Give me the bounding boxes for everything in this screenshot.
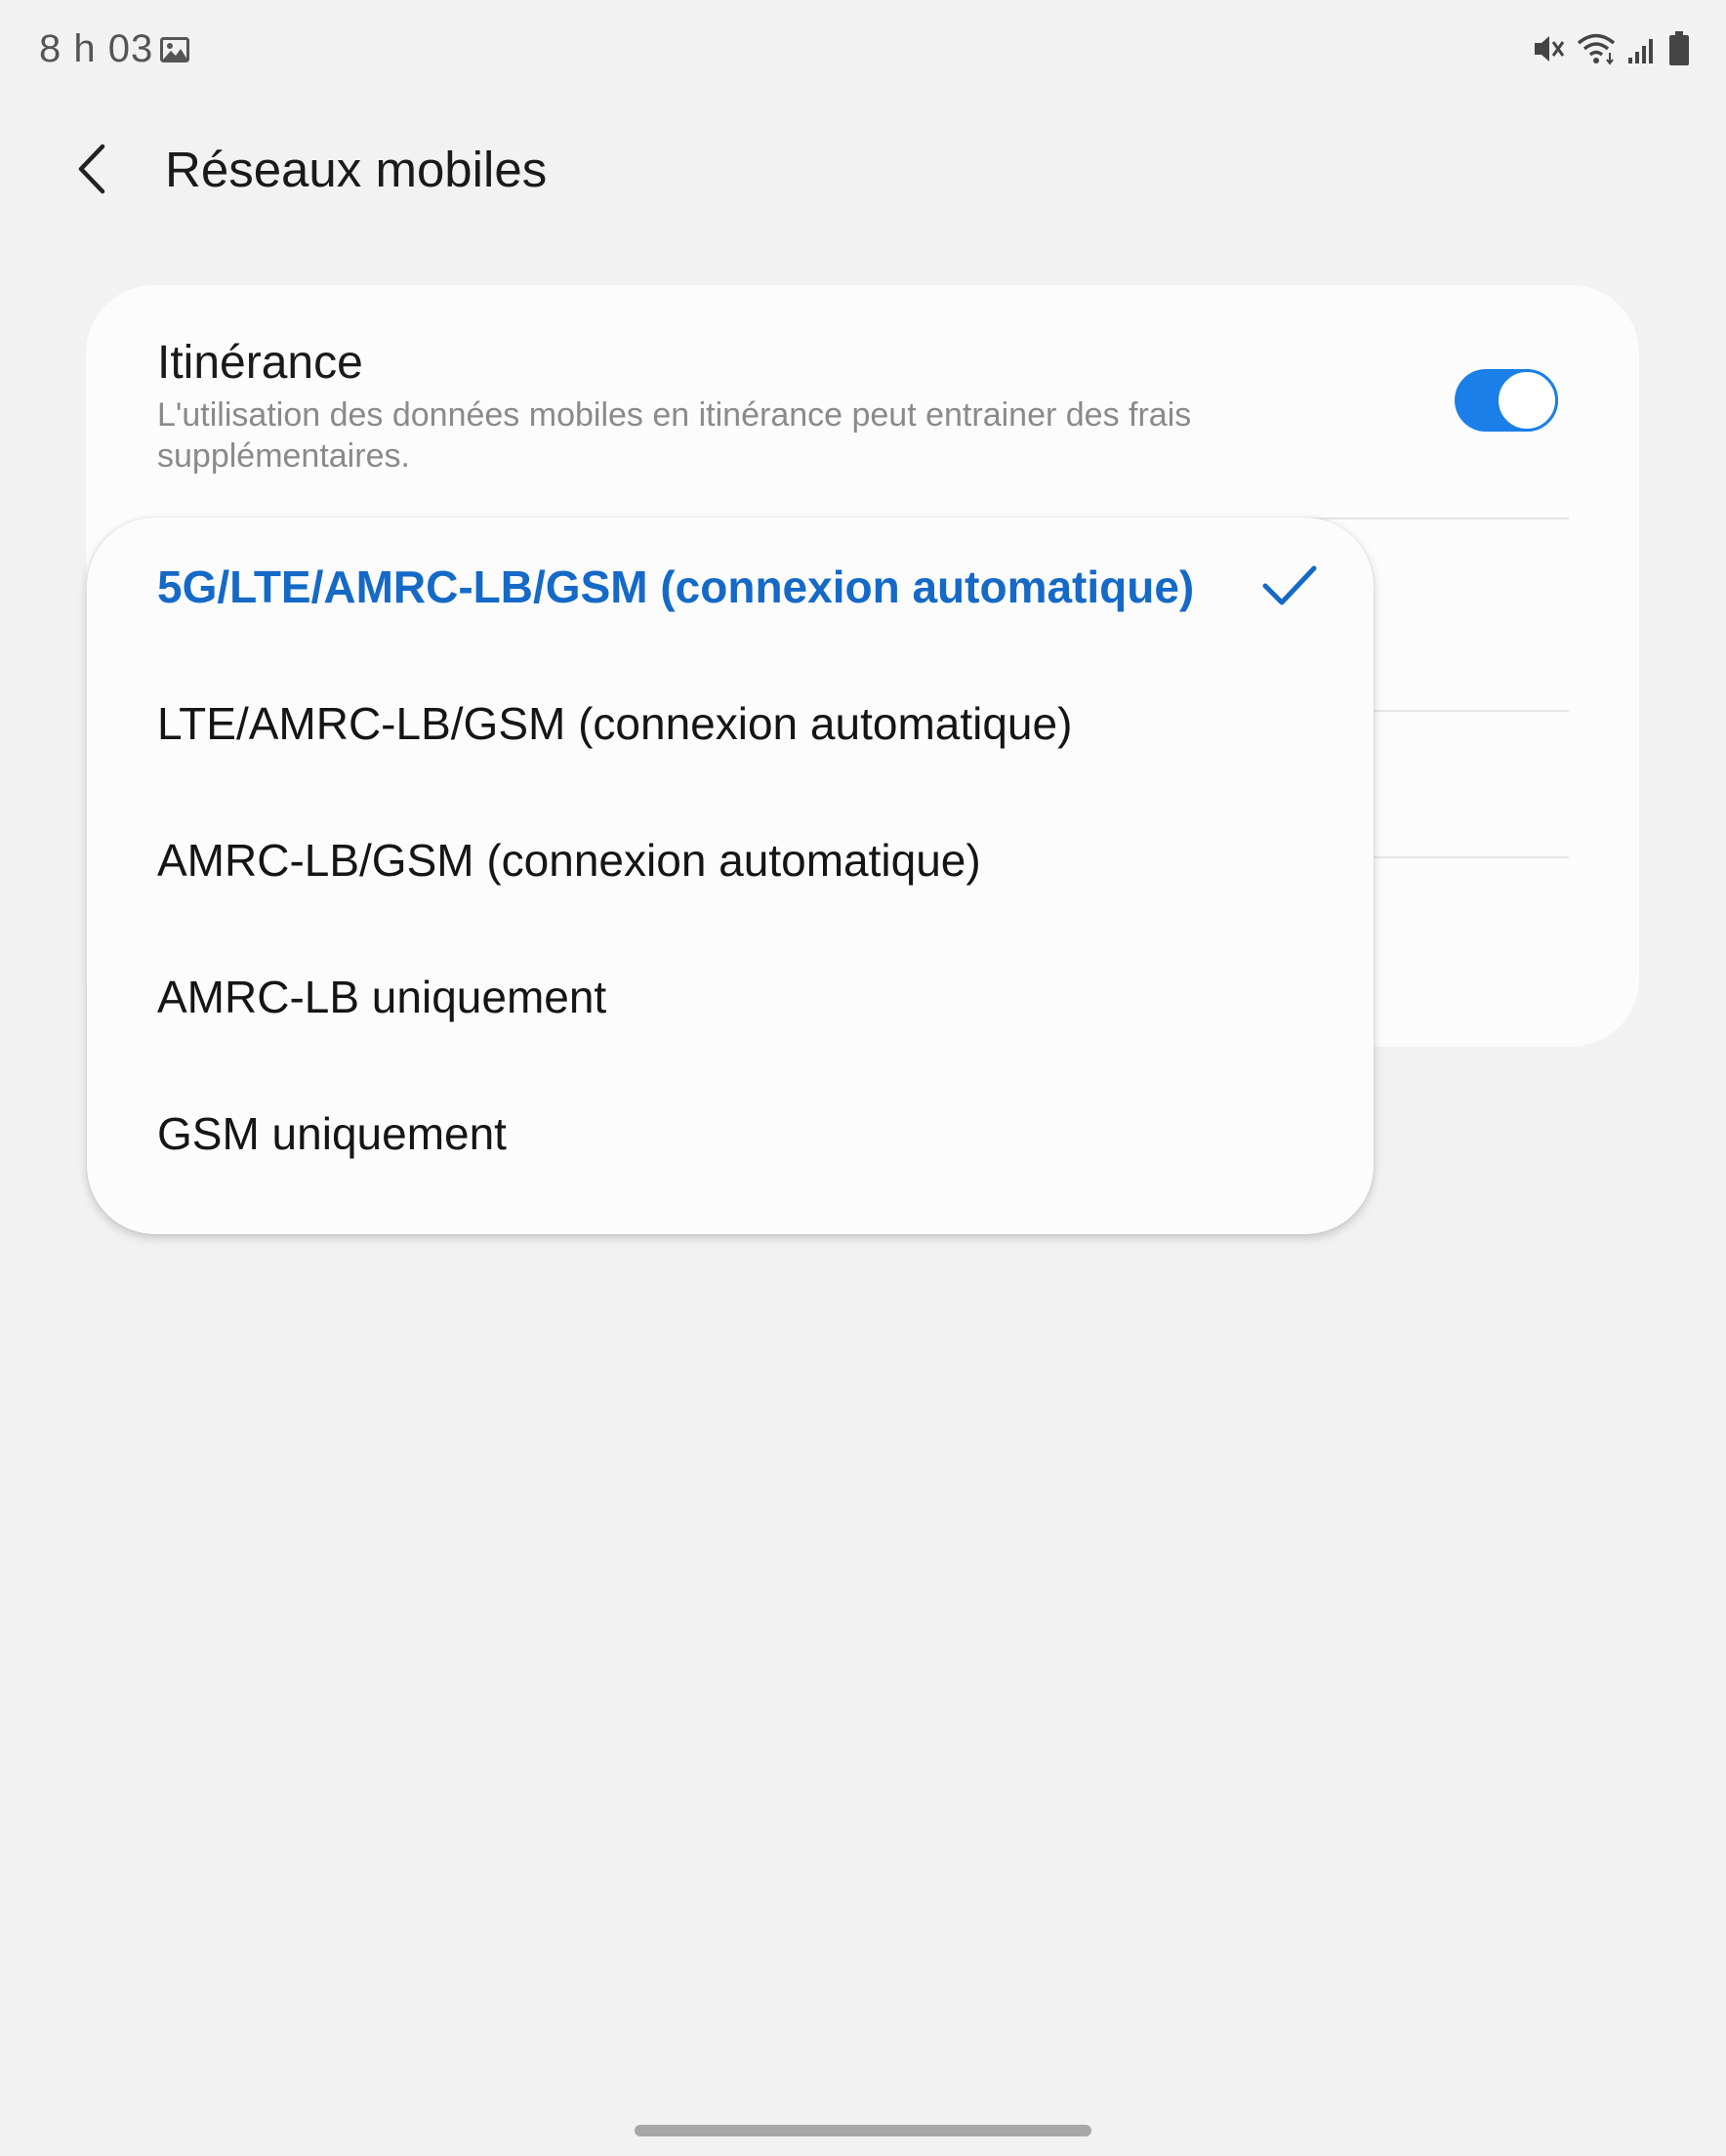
checkmark-icon	[1260, 557, 1319, 615]
signal-icon	[1626, 31, 1658, 66]
option-label: 5G/LTE/AMRC-LB/GSM (connexion automatiqu…	[157, 561, 1195, 612]
option-label: LTE/AMRC-LB/GSM (connexion automatique)	[157, 698, 1073, 749]
status-time: 8 h 03	[39, 27, 154, 70]
network-mode-option-5g-lte-amrc-gsm[interactable]: 5G/LTE/AMRC-LB/GSM (connexion automatiqu…	[87, 518, 1374, 654]
option-label: AMRC-LB/GSM (connexion automatique)	[157, 835, 981, 886]
network-mode-dropdown: 5G/LTE/AMRC-LB/GSM (connexion automatiqu…	[87, 518, 1374, 1234]
battery-icon	[1667, 30, 1691, 67]
status-bar: 8 h 03	[0, 0, 1726, 102]
toggle-knob	[1496, 369, 1558, 432]
option-label: AMRC-LB uniquement	[157, 972, 607, 1022]
navigation-handle[interactable]	[635, 2125, 1091, 2136]
mute-icon	[1531, 31, 1566, 66]
option-label: GSM uniquement	[157, 1108, 507, 1159]
header: Réseaux mobiles	[0, 117, 1726, 225]
roaming-toggle[interactable]	[1455, 369, 1558, 432]
page-title: Réseaux mobiles	[165, 142, 548, 197]
network-mode-option-gsm-only[interactable]: GSM uniquement	[87, 1064, 1374, 1201]
gallery-icon	[160, 35, 189, 64]
roaming-description: L'utilisation des données mobiles en iti…	[157, 396, 1192, 475]
roaming-title: Itinérance	[157, 337, 363, 389]
roaming-setting-row[interactable]: Itinérance L'utilisation des données mob…	[86, 285, 1639, 518]
network-mode-option-amrc-only[interactable]: AMRC-LB uniquement	[87, 928, 1374, 1064]
back-button[interactable]	[59, 137, 127, 205]
network-mode-option-amrc-gsm[interactable]: AMRC-LB/GSM (connexion automatique)	[87, 791, 1374, 928]
status-icons	[1531, 29, 1691, 68]
network-mode-option-lte-amrc-gsm[interactable]: LTE/AMRC-LB/GSM (connexion automatique)	[87, 654, 1374, 791]
chevron-left-icon	[73, 143, 112, 200]
wifi-icon	[1576, 31, 1617, 66]
